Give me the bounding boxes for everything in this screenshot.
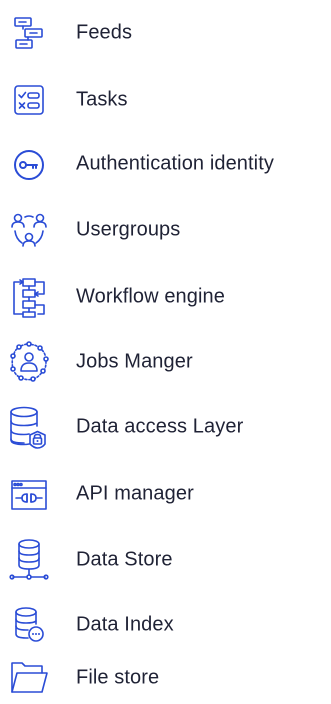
- feeds-icon: [6, 10, 52, 56]
- menu-item-label: Data Index: [76, 613, 174, 636]
- menu-item-file-store[interactable]: File store: [0, 653, 331, 703]
- menu-item-label: Authentication identity: [76, 152, 274, 175]
- key-icon: [6, 141, 52, 187]
- menu-item-label: Jobs Manger: [76, 350, 193, 373]
- menu-item-data-access-layer[interactable]: Data access Layer: [0, 402, 331, 452]
- menu-item-workflow-engine[interactable]: Workflow engine: [0, 272, 331, 322]
- folder-icon: [6, 655, 52, 701]
- usergroups-icon: [6, 207, 52, 253]
- menu-item-label: Data access Layer: [76, 415, 244, 438]
- database-index-icon: [6, 602, 52, 648]
- menu-item-label: Tasks: [76, 88, 128, 111]
- api-icon: [6, 471, 52, 517]
- menu-item-usergroups[interactable]: Usergroups: [0, 205, 331, 255]
- tasks-icon: [6, 77, 52, 123]
- menu-item-feeds[interactable]: Feeds: [0, 8, 331, 58]
- menu-item-label: Data Store: [76, 548, 173, 571]
- menu-item-authentication-identity[interactable]: Authentication identity: [0, 139, 331, 189]
- menu-item-label: Feeds: [76, 21, 133, 44]
- menu-item-label: File store: [76, 666, 160, 689]
- menu-item-jobs-manger[interactable]: Jobs Manger: [0, 337, 331, 387]
- side-menu: Feeds Tasks Authentication identity User…: [0, 0, 331, 704]
- menu-item-api-manager[interactable]: API manager: [0, 469, 331, 519]
- menu-item-label: Usergroups: [76, 218, 181, 241]
- menu-item-data-index[interactable]: Data Index: [0, 600, 331, 650]
- workflow-icon: [6, 274, 52, 320]
- menu-item-label: API manager: [76, 482, 194, 505]
- menu-item-data-store[interactable]: Data Store: [0, 535, 331, 585]
- database-network-icon: [6, 537, 52, 583]
- database-lock-icon: [6, 404, 52, 450]
- menu-item-label: Workflow engine: [76, 285, 225, 308]
- menu-item-tasks[interactable]: Tasks: [0, 75, 331, 125]
- jobs-icon: [6, 339, 52, 385]
